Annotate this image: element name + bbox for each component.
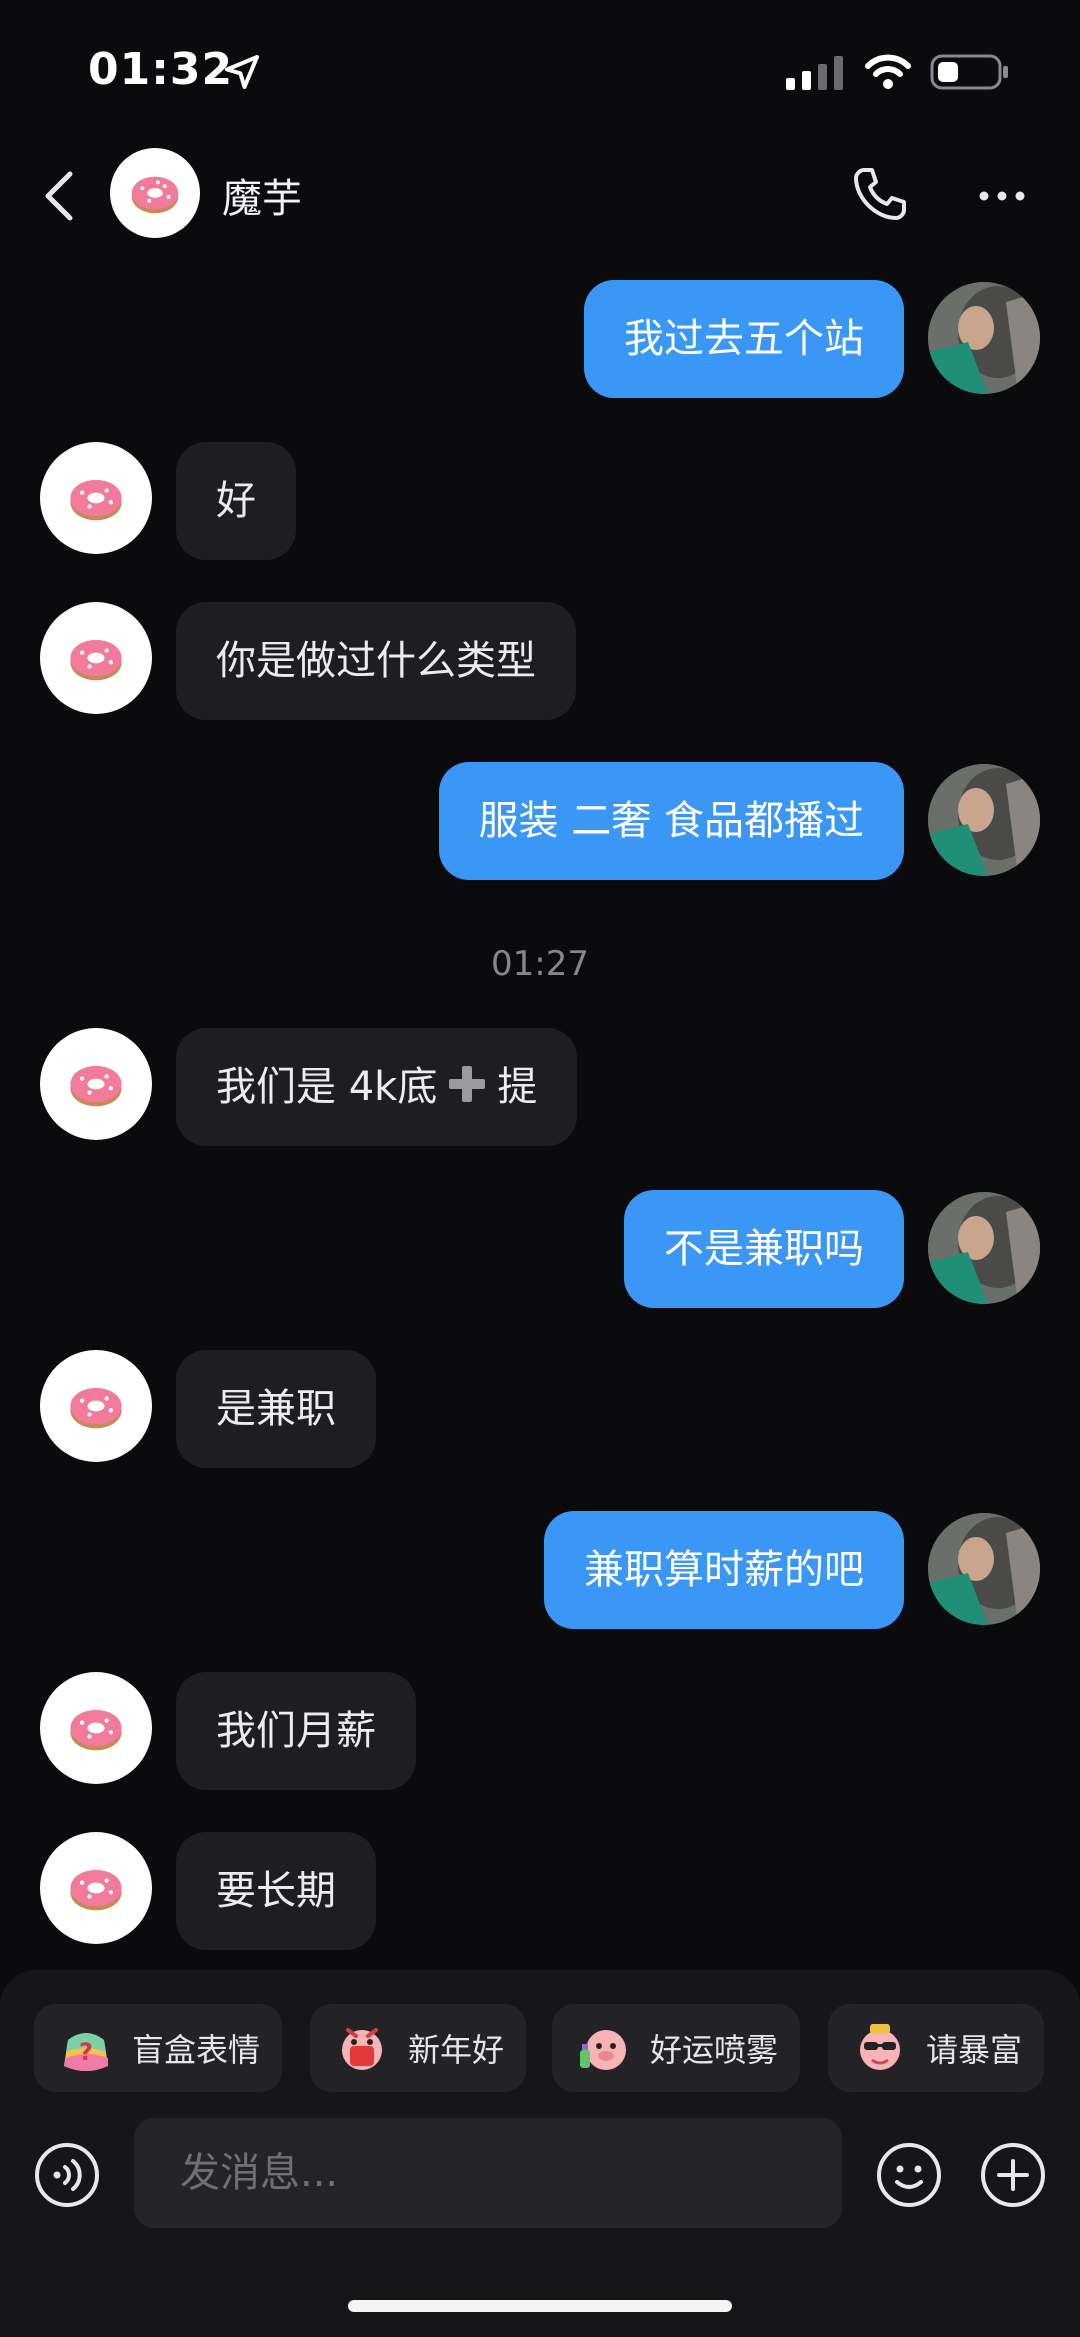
message-bubble-incoming[interactable]: 好 [176, 442, 296, 560]
message-timestamp: 01:27 [491, 944, 589, 984]
message-bubble-incoming[interactable]: 要长期 [176, 1832, 376, 1950]
user-photo-icon [928, 1513, 1040, 1625]
svg-text:?: ? [79, 2038, 93, 2066]
user-photo-icon [928, 764, 1040, 876]
message-input[interactable] [134, 2118, 842, 2228]
message-bubble-outgoing[interactable]: 服装 二奢 食品都播过 [438, 762, 904, 880]
contact-avatar[interactable] [40, 1028, 152, 1140]
message-bubble-incoming[interactable]: 你是做过什么类型 [176, 602, 576, 720]
status-time: 01:32 [88, 44, 234, 95]
user-photo-icon [928, 282, 1040, 394]
heavy-plus-emoji-icon [449, 1066, 486, 1102]
message-row: 我们月薪 [0, 1672, 1080, 1792]
wifi-icon [865, 54, 911, 89]
question-bag-icon: ? [64, 2033, 108, 2071]
user-avatar[interactable] [928, 1192, 1040, 1304]
status-bar: 01:32 [0, 0, 1080, 140]
message-row: 不是兼职吗 [0, 1190, 1080, 1310]
sticker-chip-get-rich[interactable]: 请暴富 [828, 2004, 1045, 2092]
sticker-chip-lucky-spray[interactable]: 好运喷雾 [552, 2004, 801, 2092]
chat-screen: 01:32 魔芋 我过去五个站 好 你是做过什么类型 服装 二奢 食品都播过 0… [0, 0, 1080, 2337]
contact-name[interactable]: 魔芋 [222, 166, 302, 224]
contact-avatar[interactable] [40, 442, 152, 554]
sticker-chip-label: 盲盒表情 [132, 2031, 261, 2069]
sunglasses-pig-icon [860, 2024, 900, 2070]
donut-icon [70, 1869, 122, 1911]
message-text-part: 我们是 4k底 [216, 1064, 438, 1110]
phone-icon[interactable] [850, 164, 910, 224]
location-arrow-icon [225, 55, 259, 89]
sticker-chip-label: 请暴富 [926, 2031, 1023, 2069]
contact-avatar[interactable] [40, 1832, 152, 1944]
message-bubble-outgoing[interactable]: 兼职算时薪的吧 [544, 1511, 904, 1629]
message-row: 好 [0, 442, 1080, 562]
sticker-chip-label: 新年好 [408, 2031, 505, 2069]
message-row: 服装 二奢 食品都播过 [0, 762, 1080, 882]
donut-icon [70, 639, 122, 681]
user-avatar[interactable] [928, 1513, 1040, 1625]
user-avatar[interactable] [928, 282, 1040, 394]
emoji-face-icon[interactable] [876, 2142, 942, 2208]
donut-icon [70, 1065, 122, 1107]
sticker-chip-blind-box[interactable]: ? 盲盒表情 [34, 2004, 283, 2092]
user-photo-icon [928, 1192, 1040, 1304]
message-row: 我过去五个站 [0, 280, 1080, 400]
message-input-field[interactable] [134, 2118, 842, 2228]
new-year-pig-icon [342, 2028, 382, 2070]
voice-input-icon[interactable] [34, 2142, 100, 2208]
message-row: 你是做过什么类型 [0, 602, 1080, 722]
add-plus-icon[interactable] [980, 2142, 1046, 2208]
lucky-spray-pig-icon [580, 2030, 626, 2070]
message-row: 我们是 4k底 提 [0, 1028, 1080, 1148]
message-row: 是兼职 [0, 1350, 1080, 1470]
contact-avatar[interactable] [110, 148, 200, 238]
chat-header: 魔芋 [0, 140, 1080, 250]
donut-icon [70, 479, 122, 521]
message-bubble-incoming[interactable]: 我们是 4k底 提 [176, 1028, 578, 1146]
cellular-signal-icon [786, 56, 843, 90]
sticker-chip-new-year[interactable]: 新年好 [310, 2004, 527, 2092]
contact-avatar[interactable] [40, 1350, 152, 1462]
message-bubble-outgoing[interactable]: 不是兼职吗 [624, 1190, 904, 1308]
battery-icon [930, 54, 1008, 90]
message-bubble-incoming[interactable]: 我们月薪 [176, 1672, 416, 1790]
contact-avatar[interactable] [40, 1672, 152, 1784]
contact-avatar[interactable] [40, 602, 152, 714]
sticker-chip-label: 好运喷雾 [650, 2031, 779, 2069]
message-row: 要长期 [0, 1832, 1080, 1952]
back-arrow-icon[interactable] [40, 168, 80, 224]
donut-icon [131, 176, 179, 214]
message-bubble-incoming[interactable]: 是兼职 [176, 1350, 376, 1468]
message-text-part: 提 [497, 1064, 538, 1110]
home-indicator[interactable] [348, 2300, 732, 2312]
user-avatar[interactable] [928, 764, 1040, 876]
donut-icon [70, 1709, 122, 1751]
more-options-icon[interactable] [976, 176, 1028, 216]
message-row: 兼职算时薪的吧 [0, 1511, 1080, 1631]
message-bubble-outgoing[interactable]: 我过去五个站 [584, 280, 904, 398]
donut-icon [70, 1387, 122, 1429]
